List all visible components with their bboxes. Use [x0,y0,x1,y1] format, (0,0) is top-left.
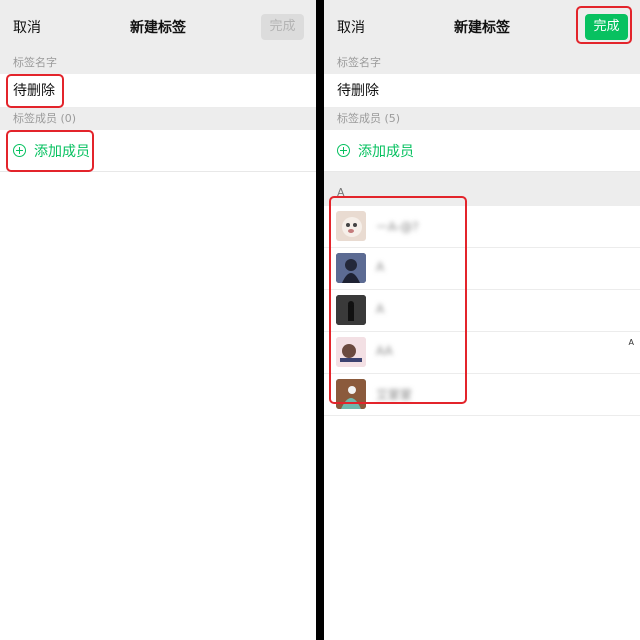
members-header: 标签成员 (0) [0,108,316,130]
group-letter-header: A [324,180,640,206]
avatar [336,337,366,367]
contact-name: AA [376,344,393,358]
tag-name-header: 标签名字 [0,52,316,74]
add-member-label: 添加成员 [34,143,90,160]
nav-bar: 取消 新建标签 完成 [324,0,640,52]
members-header: 标签成员 (5) [324,108,640,130]
add-member-label: 添加成员 [358,143,414,160]
contact-row[interactable]: 艾蒙蒙 [324,374,640,416]
add-member-button[interactable]: 添加成员 [324,130,640,172]
tag-name-input[interactable]: 待删除 [324,74,640,108]
contact-row[interactable]: AA [324,332,640,374]
avatar [336,295,366,325]
avatar [336,253,366,283]
alphabet-index[interactable]: A [629,338,634,347]
avatar [336,379,366,409]
done-button[interactable]: 完成 [261,14,304,40]
tag-name-header: 标签名字 [324,52,640,74]
left-screen: 取消 新建标签 完成 标签名字 待删除 标签成员 (0) 添加成员 [0,0,316,640]
contact-list: ーA-@? A A AA 艾蒙蒙 [324,206,640,416]
contact-name: 艾蒙蒙 [376,388,413,402]
add-member-button[interactable]: 添加成员 [0,130,316,172]
contact-row[interactable]: A [324,248,640,290]
tag-name-input[interactable]: 待删除 [0,74,316,108]
add-circle-icon [13,144,26,157]
avatar [336,211,366,241]
contact-row[interactable]: ーA-@? [324,206,640,248]
contact-name: A [376,302,385,316]
nav-bar: 取消 新建标签 完成 [0,0,316,52]
add-circle-icon [337,144,350,157]
contact-row[interactable]: A [324,290,640,332]
contact-name: ーA-@? [376,220,419,234]
right-screen: 取消 新建标签 完成 标签名字 待删除 标签成员 (5) 添加成员 A ーA-@… [324,0,640,640]
done-button[interactable]: 完成 [585,14,628,40]
contact-name: A [376,260,385,274]
